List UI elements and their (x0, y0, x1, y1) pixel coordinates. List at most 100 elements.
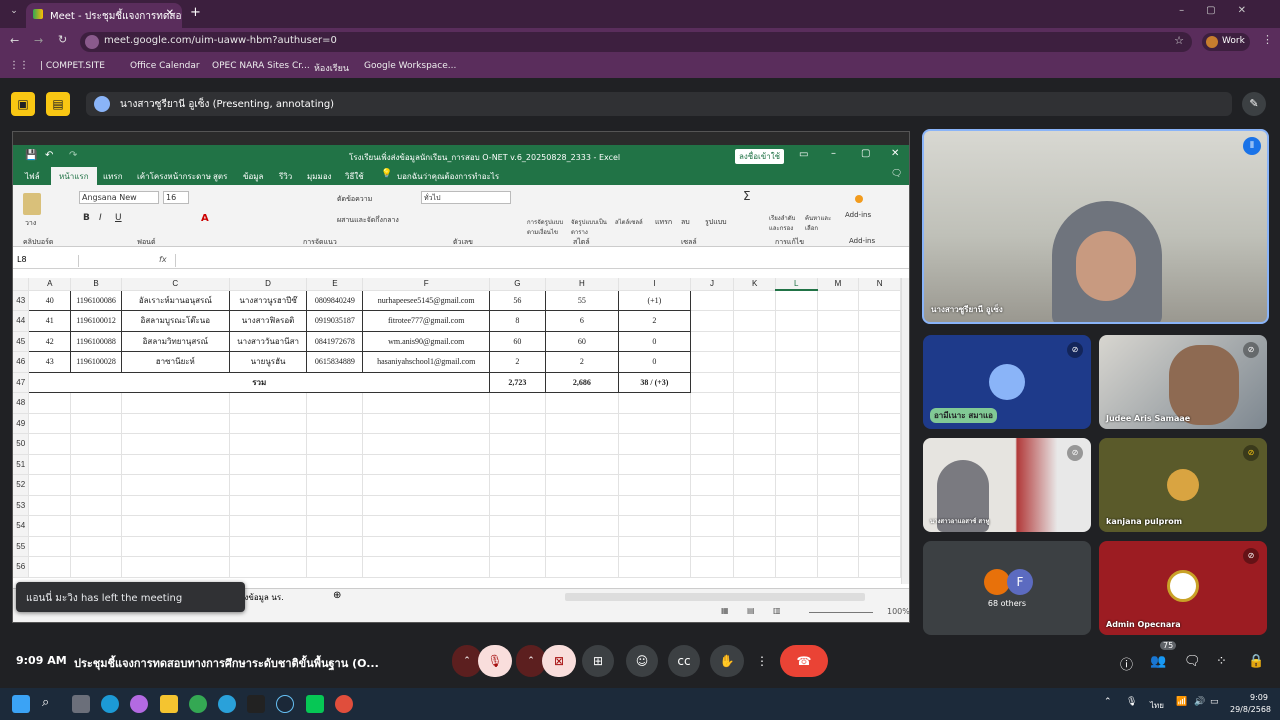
column-header[interactable]: B (70, 278, 122, 291)
steam-icon[interactable] (276, 695, 294, 713)
browser-tab[interactable]: Meet - ประชุมชี้แจงการทดสอบ ✕ (26, 3, 182, 28)
paste-label[interactable]: วาง (25, 218, 36, 229)
close-icon[interactable]: ✕ (891, 148, 899, 159)
bookmark-classroom[interactable]: ห้องเรียน (314, 61, 349, 75)
column-header[interactable]: G (489, 278, 546, 291)
others-tile[interactable]: F 68 others (923, 541, 1091, 635)
cell[interactable]: 0 (618, 330, 691, 352)
cell[interactable] (817, 310, 860, 332)
column-header[interactable]: L (775, 278, 818, 291)
cell[interactable] (858, 351, 901, 373)
bookmark-compet[interactable]: | COMPET.SITE (40, 61, 105, 71)
insert-cells-button[interactable]: แทรก (655, 217, 672, 228)
zoom-slider[interactable] (809, 612, 873, 613)
undo-icon[interactable]: ↶ (45, 150, 53, 161)
activities-icon[interactable]: ⁘ (1216, 654, 1227, 669)
cell[interactable] (690, 351, 735, 373)
format-cells-button[interactable]: รูปแบบ (705, 217, 727, 228)
cell[interactable] (775, 351, 818, 373)
raise-hand-button[interactable]: ✋ (710, 645, 744, 677)
bookmark-office-calendar[interactable]: Office Calendar (130, 61, 200, 71)
menu-help[interactable]: วิธีใช้ (345, 170, 364, 183)
fx-icon[interactable]: fx (159, 255, 167, 264)
reactions-button[interactable]: ☺ (626, 645, 658, 677)
horizontal-scrollbar[interactable] (565, 593, 865, 601)
volume-icon[interactable]: 🔊 (1194, 697, 1205, 707)
spreadsheet-grid[interactable]: A B C D E F G H I J K L M N 43 40 119610… (13, 278, 901, 584)
column-header[interactable]: N (858, 278, 901, 291)
cell[interactable] (817, 331, 860, 352)
cell[interactable]: fitrotee777@gmail.com (362, 310, 491, 332)
host-controls-icon[interactable]: 🔒 (1248, 654, 1264, 669)
row-header[interactable]: 50 (13, 433, 30, 455)
italic-button[interactable]: I (99, 213, 102, 223)
cell[interactable]: อิสลามบูรณะโต๊ะนอ (120, 310, 230, 332)
column-header[interactable]: C (121, 278, 230, 291)
redo-icon[interactable]: ↷ (69, 150, 77, 161)
sort-filter-button[interactable]: เรียงลำดับและกรอง (769, 213, 799, 233)
cell[interactable]: 2 (489, 351, 546, 373)
back-icon[interactable]: ← (10, 34, 19, 47)
cell[interactable]: 40 (28, 289, 72, 311)
search-icon[interactable]: ⌕ (42, 695, 60, 713)
participant-tile[interactable]: ⊘ Admin Opecnara (1099, 541, 1267, 635)
wrap-text-button[interactable]: ตัดข้อความ (337, 194, 372, 205)
vertical-scrollbar[interactable] (901, 278, 909, 584)
add-sheet-icon[interactable]: ⊕ (333, 590, 341, 601)
row-header[interactable]: 45 (13, 331, 30, 352)
menu-formulas[interactable]: สูตร (213, 170, 227, 183)
cell[interactable] (858, 331, 901, 352)
paste-icon[interactable] (23, 193, 41, 215)
language-indicator[interactable]: ไทย (1150, 699, 1164, 712)
cell[interactable] (690, 331, 735, 352)
file-explorer-icon[interactable] (160, 695, 178, 713)
cell[interactable] (733, 351, 776, 373)
cell[interactable] (858, 372, 901, 393)
cell[interactable] (775, 290, 818, 311)
cell[interactable] (733, 290, 776, 311)
name-box[interactable]: L8 (17, 255, 79, 267)
profile-chip[interactable]: Work (1202, 33, 1250, 51)
presentation-controls-icon[interactable]: ▤ (46, 92, 70, 116)
cell[interactable]: 41 (28, 310, 72, 332)
cell[interactable] (733, 372, 776, 393)
row-header[interactable]: 52 (13, 474, 30, 496)
stop-presenting-icon[interactable]: ▣ (11, 92, 35, 116)
cell[interactable]: 1196100012 (70, 310, 122, 332)
cell[interactable] (775, 372, 818, 393)
cell[interactable]: 0841972678 (306, 330, 364, 352)
task-view-icon[interactable] (72, 695, 90, 713)
cell[interactable] (690, 372, 735, 393)
forward-icon[interactable]: → (34, 34, 43, 47)
cell[interactable] (775, 331, 818, 352)
row-header[interactable]: 54 (13, 515, 30, 537)
tab-search-icon[interactable]: ⌄ (6, 6, 22, 22)
annotate-pen-icon[interactable]: ✎ (1242, 92, 1266, 116)
cell[interactable]: นายนูรฮัน (228, 351, 308, 373)
column-header[interactable]: A (28, 278, 72, 291)
column-header[interactable]: J (690, 278, 735, 291)
present-button[interactable]: ⊞ (582, 645, 614, 677)
mic-off-button[interactable]: 🎙 (478, 645, 512, 677)
edge-icon[interactable] (101, 695, 119, 713)
cell[interactable]: 42 (28, 330, 72, 352)
cell[interactable]: นางสาววันอานีสา (228, 330, 308, 352)
new-tab-button[interactable]: + (190, 5, 201, 20)
underline-button[interactable]: U (115, 213, 122, 223)
tray-mic-icon[interactable]: 🎙 (1126, 697, 1137, 707)
tray-chevron-icon[interactable]: ⌃ (1104, 697, 1112, 707)
tell-me-search[interactable]: บอกฉันว่าคุณต้องการทำอะไร (397, 170, 499, 183)
bookmark-google-workspace[interactable]: Google Workspace... (364, 61, 456, 71)
row-header[interactable]: 55 (13, 536, 30, 557)
cell[interactable]: 56 (489, 289, 546, 311)
cell[interactable]: 0615834889 (306, 351, 364, 373)
cell[interactable]: 0809840249 (306, 289, 364, 311)
people-icon[interactable]: 👥 (1150, 654, 1166, 669)
cell[interactable]: 55 (544, 289, 620, 311)
line-icon[interactable] (306, 695, 324, 713)
main-speaker-tile[interactable]: ⦀ นางสาวซูรียานี อูเซ็ง (922, 129, 1269, 324)
row-header[interactable]: 46 (13, 351, 30, 373)
autosum-icon[interactable]: Σ (743, 189, 751, 203)
windows-start-icon[interactable] (12, 695, 30, 713)
captions-button[interactable]: cc (668, 645, 700, 677)
